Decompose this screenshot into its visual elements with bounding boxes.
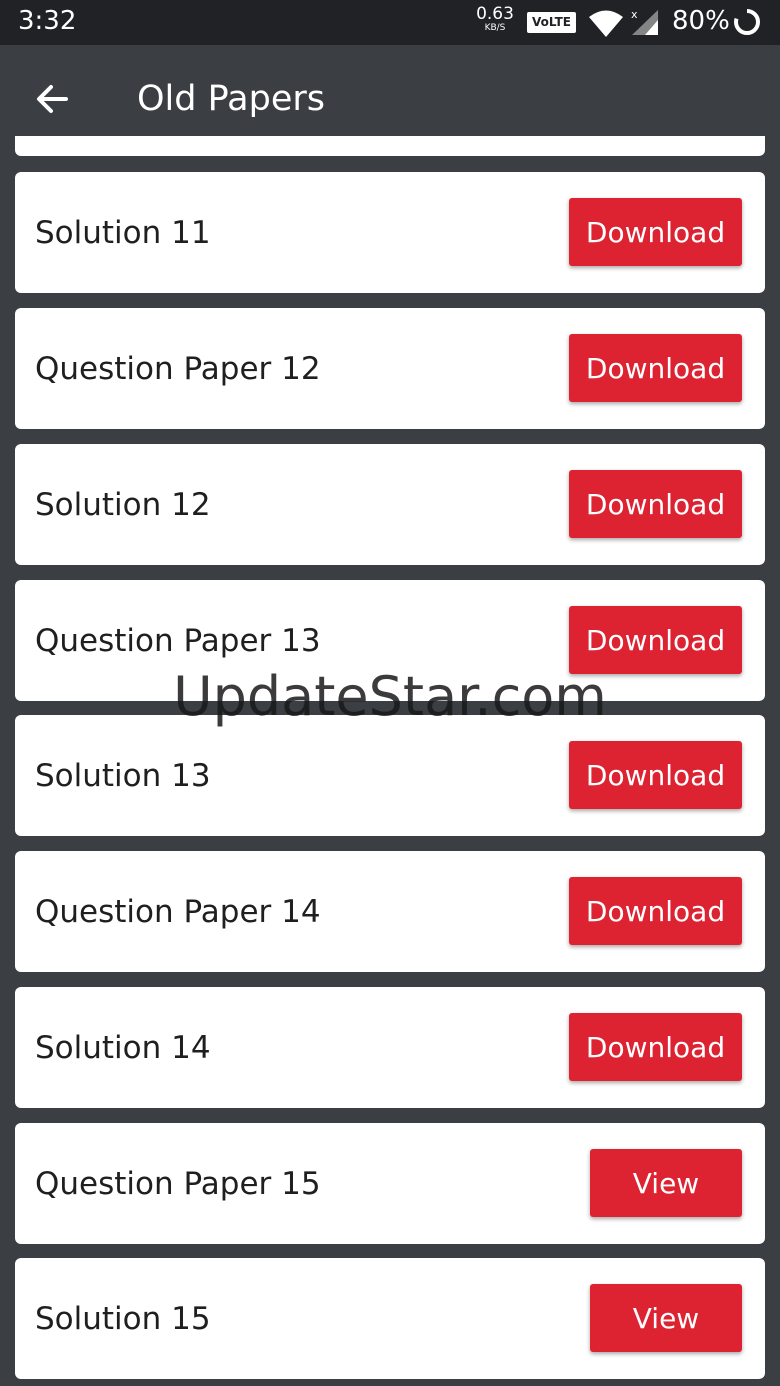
view-button[interactable]: View (590, 1284, 742, 1352)
item-title: Question Paper 14 (35, 893, 321, 930)
list-item: Solution 14 Download (15, 987, 765, 1108)
list-item: Question Paper 13 Download (15, 580, 765, 701)
papers-list: Solution 11 Download Question Paper 12 D… (15, 0, 765, 1386)
download-button[interactable]: Download (569, 198, 742, 266)
list-item: Question Paper 15 View (15, 1123, 765, 1244)
list-item: Question Paper 12 Download (15, 308, 765, 429)
download-button[interactable]: Download (569, 877, 742, 945)
item-title: Solution 14 (35, 1029, 211, 1066)
item-title: Question Paper 13 (35, 622, 321, 659)
list-item: Solution 13 Download (15, 715, 765, 836)
list-item: Solution 11 Download (15, 172, 765, 293)
item-title: Question Paper 12 (35, 350, 321, 387)
download-button[interactable]: Download (569, 741, 742, 809)
list-item: Solution 12 Download (15, 444, 765, 565)
list-item-partial (15, 136, 765, 156)
item-title: Solution 11 (35, 214, 211, 251)
list-item: Question Paper 14 Download (15, 851, 765, 972)
list-item: Solution 15 View (15, 1258, 765, 1379)
view-button[interactable]: View (590, 1149, 742, 1217)
item-title: Solution 12 (35, 486, 211, 523)
item-title: Question Paper 15 (35, 1165, 321, 1202)
download-button[interactable]: Download (569, 334, 742, 402)
download-button[interactable]: Download (569, 1013, 742, 1081)
download-button[interactable]: Download (569, 470, 742, 538)
item-title: Solution 13 (35, 757, 211, 794)
download-button[interactable]: Download (569, 606, 742, 674)
item-title: Solution 15 (35, 1300, 211, 1337)
